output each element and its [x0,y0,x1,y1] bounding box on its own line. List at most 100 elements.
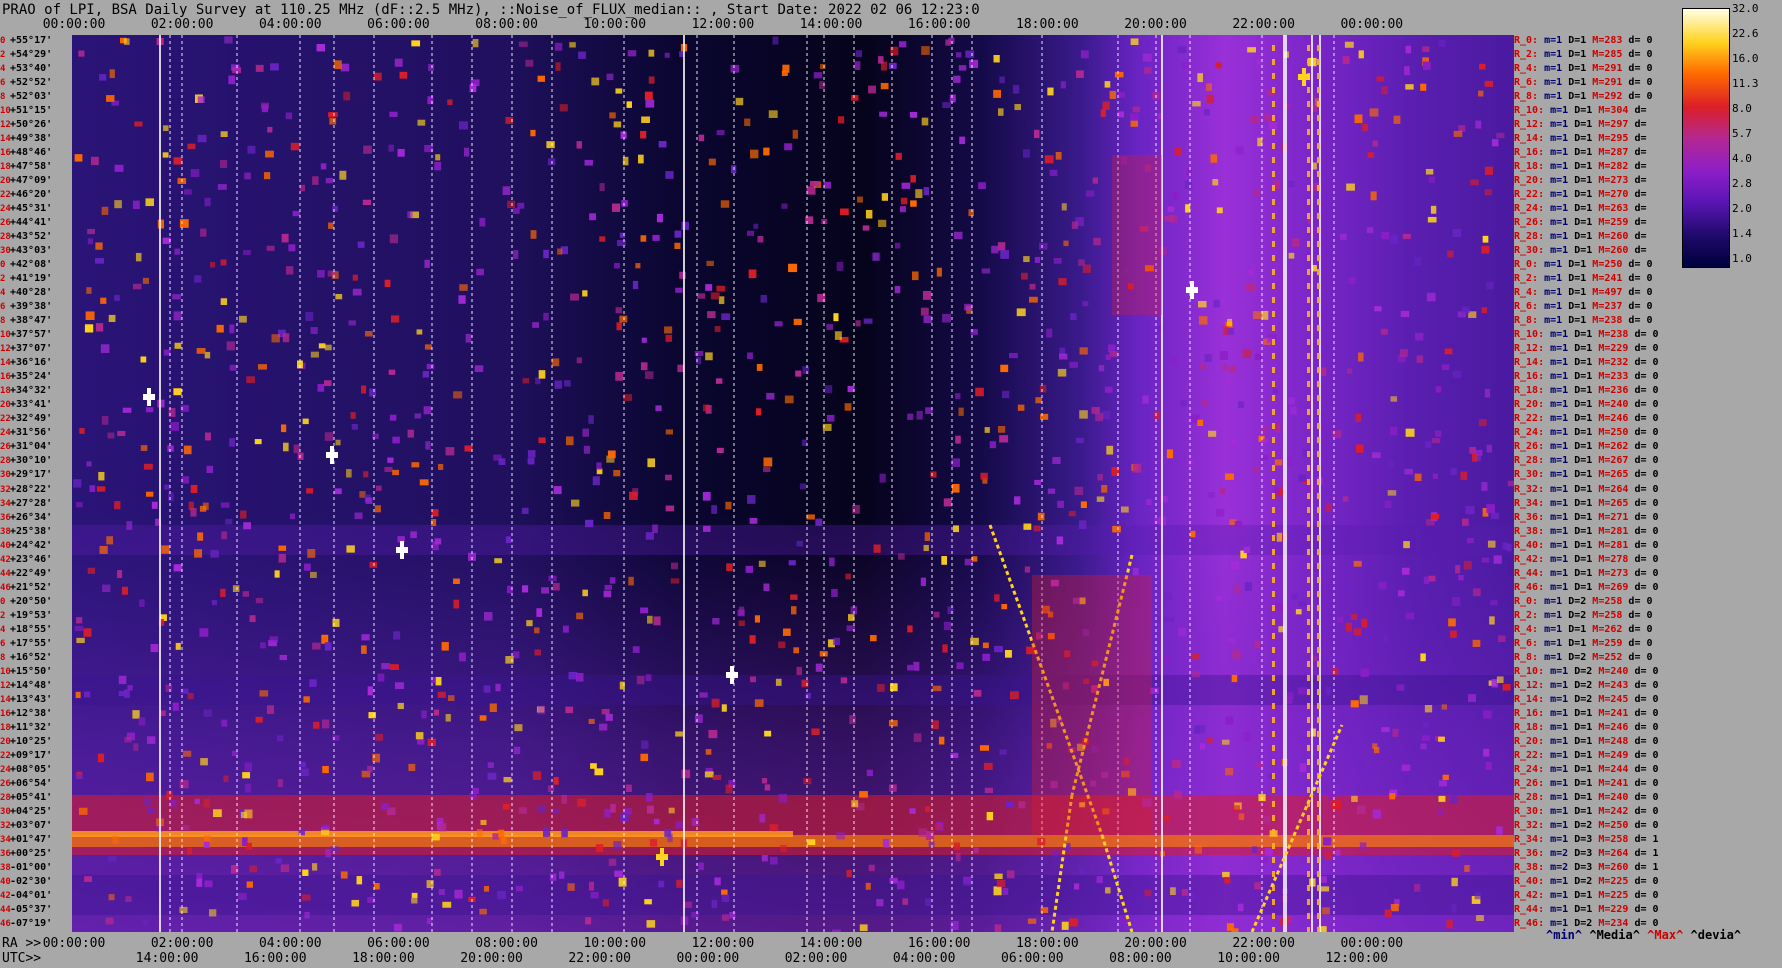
declination-value: +49°38' [10,133,53,145]
noise-pixel [1485,762,1492,770]
noise-pixel [1451,877,1458,887]
noise-pixel [1413,256,1422,266]
noise-pixel [664,52,670,58]
noise-pixel [782,628,791,636]
ra-tick-label: 14:00:00 [799,936,863,951]
streak-dot [1317,815,1320,821]
streak-dot [1307,563,1310,569]
noise-pixel [441,642,449,651]
noise-pixel [162,152,169,158]
receiver-stat-row: R_8: m=1 D=2 M=252 d= 0 [1514,651,1653,664]
receiver-median: D=1 [1568,231,1593,243]
declination-value: +12°38' [10,707,53,719]
noise-pixel [328,222,334,229]
receiver-min: m=1 [1544,203,1569,215]
noise-pixel [1274,423,1281,433]
receiver-deviation: d= 0 [1628,399,1659,411]
legend-deviation: ^devia^ [1690,928,1742,942]
noise-pixel [483,885,490,892]
noise-pixel [769,856,778,865]
noise-pixel [1033,129,1040,139]
row-index: 16 [0,148,11,159]
streak-dot [1317,101,1320,107]
noise-pixel [909,111,918,118]
noise-pixel [716,130,725,136]
noise-pixel [276,735,284,742]
noise-pixel [1490,600,1498,606]
receiver-median: D=1 [1568,105,1593,117]
noise-pixel [567,883,575,891]
row-index: 24 [0,204,11,215]
noise-pixel [1102,101,1110,110]
noise-pixel [1197,419,1204,427]
streak-dot [1317,115,1320,121]
noise-pixel [1476,915,1484,921]
receiver-median: D=3 [1568,861,1593,873]
receiver-min: m=1 [1538,259,1563,271]
receiver-name: R_10: [1514,105,1545,117]
row-index: 20 [0,400,11,411]
noise-pixel [109,69,115,79]
receiver-min: m=1 [1538,63,1563,75]
noise-pixel [704,771,714,778]
receiver-name: R_2: [1514,49,1539,61]
noise-pixel [346,469,352,478]
receiver-max: M=267 [1592,455,1629,467]
noise-pixel [618,877,627,887]
noise-pixel [576,141,582,149]
declination-label: 6 +39°38' [0,300,72,313]
receiver-max: M=258 [1586,609,1623,621]
receiver-stat-row: R_44: m=1 D=1 M=273 d= 0 [1514,567,1659,580]
noise-pixel [1165,616,1175,622]
noise-pixel [1405,45,1412,54]
noise-pixel [910,200,917,207]
noise-pixel [453,578,460,584]
noise-pixel [1399,349,1408,358]
noise-pixel [204,197,211,207]
noise-pixel [865,882,871,890]
receiver-deviation: d= 0 [1622,273,1653,285]
receiver-deviation: d= 0 [1628,553,1659,565]
noise-pixel [1158,325,1164,333]
ra-tick-label: 06:00:00 [367,936,430,951]
receiver-median: D=1 [1568,189,1593,201]
noise-pixel [1425,441,1432,448]
receiver-max: M=260 [1592,861,1629,873]
noise-pixel [502,803,510,810]
noise-pixel [806,514,815,520]
noise-pixel [521,507,529,514]
noise-pixel [778,641,786,649]
streak-dot [1317,577,1320,583]
noise-pixel [863,318,873,324]
receiver-name: R_0: [1514,35,1539,46]
noise-pixel [416,329,423,335]
receiver-deviation: d= 0 [1628,441,1659,453]
noise-pixel [453,391,463,399]
noise-pixel [290,142,300,151]
utc-tick-label: 02:00:00 [784,951,848,966]
noise-pixel [851,94,859,101]
noise-pixel [487,762,494,768]
receiver-deviation: d= 0 [1628,497,1659,509]
receiver-median: D=2 [1562,651,1587,663]
receiver-max: M=229 [1592,903,1629,915]
noise-pixel [1420,83,1427,91]
receiver-stat-row: R_42: m=1 D=1 M=225 d= 0 [1514,889,1659,902]
noise-pixel [1180,400,1187,407]
streak-dot [1307,675,1310,681]
noise-pixel [125,896,132,903]
streak-dot [1307,731,1310,737]
noise-pixel [1199,743,1206,750]
declination-label: 20+47°09' [0,174,72,187]
receiver-stat-row: R_20: m=1 D=1 M=273 d= [1514,174,1646,187]
noise-pixel [1069,361,1078,368]
receiver-min: m=1 [1544,161,1569,173]
receiver-deviation: d= 0 [1628,805,1659,817]
streak-dot [1272,801,1275,807]
noise-pixel [699,692,708,698]
receiver-deviation: d= 0 [1628,455,1659,467]
noise-pixel [339,170,347,180]
noise-pixel [1068,510,1076,517]
noise-pixel [105,917,114,925]
noise-pixel [1104,81,1111,88]
